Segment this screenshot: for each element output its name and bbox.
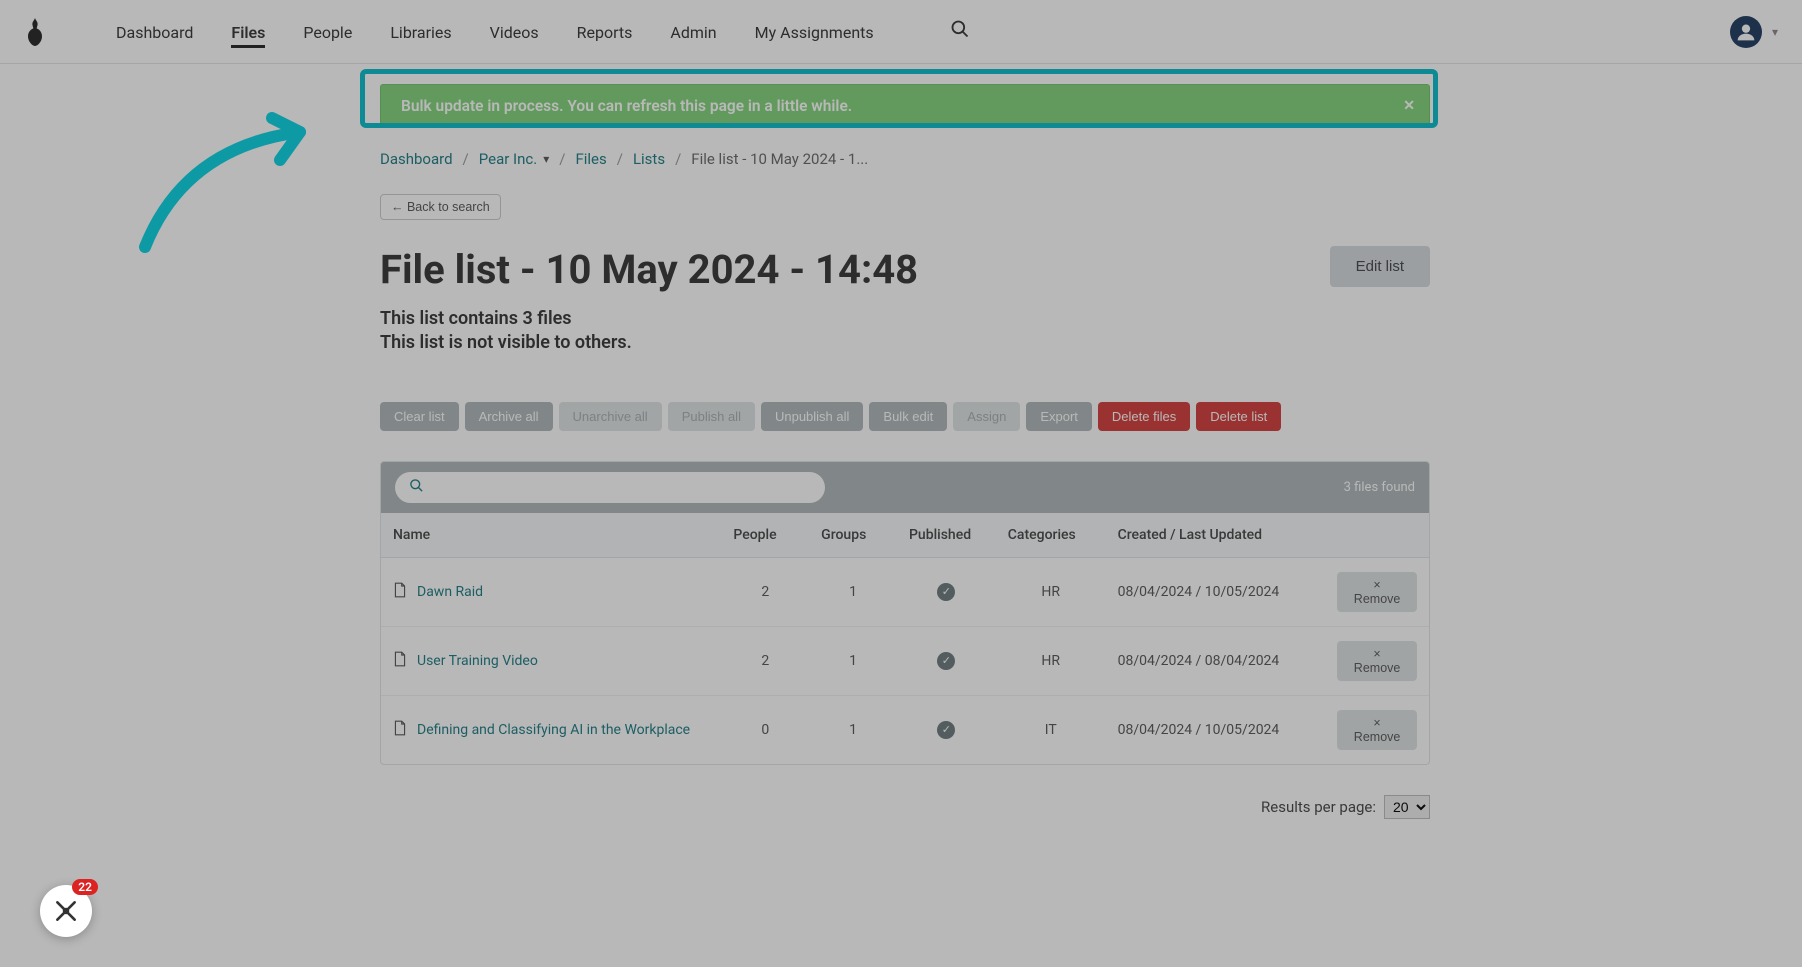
search-icon[interactable]	[950, 19, 970, 44]
cell-published: ✓	[897, 626, 996, 695]
top-nav: Dashboard Files People Libraries Videos …	[0, 0, 1802, 64]
remove-button[interactable]: × Remove	[1337, 710, 1417, 750]
check-icon: ✓	[937, 583, 955, 601]
chevron-down-icon[interactable]: ▾	[543, 152, 549, 166]
cell-category: IT	[996, 695, 1106, 764]
bulk-edit-button[interactable]: Bulk edit	[869, 402, 947, 431]
delete-files-button[interactable]: Delete files	[1098, 402, 1190, 431]
chat-badge: 22	[72, 879, 98, 895]
chevron-down-icon: ▾	[1772, 25, 1778, 39]
search-icon	[409, 478, 424, 497]
pagination: Results per page: 20	[380, 795, 1430, 819]
nav-files[interactable]: Files	[231, 5, 265, 58]
table-row: Dawn Raid 21 ✓ HR08/04/2024 / 10/05/2024 × R…	[381, 557, 1429, 626]
cell-dates: 08/04/2024 / 08/04/2024	[1106, 626, 1326, 695]
table-row: Defining and Classifying AI in the Workp…	[381, 695, 1429, 764]
nav-my-assignments[interactable]: My Assignments	[755, 5, 874, 58]
file-link[interactable]: Defining and Classifying AI in the Workp…	[417, 722, 690, 738]
nav-dashboard[interactable]: Dashboard	[116, 5, 193, 58]
file-link[interactable]: User Training Video	[417, 653, 538, 669]
remove-button[interactable]: × Remove	[1337, 572, 1417, 612]
breadcrumb-files[interactable]: Files	[575, 150, 606, 168]
col-name: Name	[381, 513, 721, 558]
col-dates: Created / Last Updated	[1106, 513, 1326, 558]
alert-text: Bulk update in process. You can refresh …	[401, 97, 852, 115]
success-alert: Bulk update in process. You can refresh …	[380, 84, 1430, 128]
table-searchbox[interactable]	[395, 472, 825, 503]
subtitle-line-2: This list is not visible to others.	[380, 331, 1430, 355]
export-button[interactable]: Export	[1026, 402, 1092, 431]
check-icon: ✓	[937, 652, 955, 670]
file-icon	[393, 651, 407, 671]
breadcrumb-sep: /	[617, 150, 623, 168]
breadcrumb-sep: /	[675, 150, 681, 168]
cell-people: 2	[721, 626, 809, 695]
files-found-label: 3 files found	[1344, 480, 1415, 495]
breadcrumb-lists[interactable]: Lists	[633, 150, 665, 168]
nav-people[interactable]: People	[303, 5, 352, 58]
nav-libraries[interactable]: Libraries	[390, 5, 451, 58]
unarchive-all-button: Unarchive all	[559, 402, 662, 431]
col-published: Published	[897, 513, 996, 558]
file-icon	[393, 582, 407, 602]
col-groups: Groups	[809, 513, 897, 558]
table-search-input[interactable]	[434, 479, 811, 495]
cell-dates: 08/04/2024 / 10/05/2024	[1106, 557, 1326, 626]
delete-list-button[interactable]: Delete list	[1196, 402, 1281, 431]
cell-dates: 08/04/2024 / 10/05/2024	[1106, 695, 1326, 764]
cell-groups: 1	[809, 695, 897, 764]
file-link[interactable]: Dawn Raid	[417, 584, 483, 600]
breadcrumb-dashboard[interactable]: Dashboard	[380, 150, 453, 168]
nav-reports[interactable]: Reports	[577, 5, 633, 58]
subtitle-line-1: This list contains 3 files	[380, 307, 1430, 331]
nav-videos[interactable]: Videos	[490, 5, 539, 58]
files-table: Name People Groups Published Categories …	[381, 513, 1429, 764]
unpublish-all-button[interactable]: Unpublish all	[761, 402, 863, 431]
cell-groups: 1	[809, 626, 897, 695]
alert-container: Bulk update in process. You can refresh …	[380, 84, 1430, 128]
user-menu[interactable]: ▾	[1730, 16, 1778, 48]
files-table-card: 3 files found Name People Groups Publish…	[380, 461, 1430, 765]
page-title: File list - 10 May 2024 - 14:48	[380, 246, 1330, 293]
nav-items: Dashboard Files People Libraries Videos …	[116, 5, 970, 58]
cell-published: ✓	[897, 557, 996, 626]
avatar-icon	[1730, 16, 1762, 48]
col-people: People	[721, 513, 809, 558]
results-per-page-label: Results per page:	[1261, 798, 1376, 816]
breadcrumb-sep: /	[559, 150, 565, 168]
table-searchbar: 3 files found	[381, 462, 1429, 513]
check-icon: ✓	[937, 721, 955, 739]
file-icon	[393, 720, 407, 740]
assign-button: Assign	[953, 402, 1020, 431]
breadcrumb: Dashboard / Pear Inc. ▾ / Files / Lists …	[380, 150, 1430, 168]
chat-widget[interactable]: 22	[40, 885, 92, 937]
cell-category: HR	[996, 626, 1106, 695]
back-to-search-button[interactable]: ← Back to search	[380, 194, 501, 220]
breadcrumb-sep: /	[463, 150, 469, 168]
edit-list-button[interactable]: Edit list	[1330, 246, 1430, 287]
close-icon[interactable]: ✕	[1403, 98, 1415, 114]
col-categories: Categories	[996, 513, 1106, 558]
cell-people: 2	[721, 557, 809, 626]
clear-list-button[interactable]: Clear list	[380, 402, 459, 431]
breadcrumb-org[interactable]: Pear Inc.	[479, 150, 537, 168]
cell-published: ✓	[897, 695, 996, 764]
logo-pear-icon	[24, 18, 46, 46]
remove-button[interactable]: × Remove	[1337, 641, 1417, 681]
publish-all-button: Publish all	[668, 402, 755, 431]
cell-people: 0	[721, 695, 809, 764]
cell-groups: 1	[809, 557, 897, 626]
breadcrumb-current: File list - 10 May 2024 - 1...	[691, 150, 868, 168]
cell-category: HR	[996, 557, 1106, 626]
page-subtitle: This list contains 3 files This list is …	[380, 307, 1430, 356]
archive-all-button[interactable]: Archive all	[465, 402, 553, 431]
bulk-actions: Clear list Archive all Unarchive all Pub…	[380, 402, 1430, 431]
results-per-page-select[interactable]: 20	[1384, 795, 1430, 819]
table-row: User Training Video 21 ✓ HR08/04/2024 / 08/…	[381, 626, 1429, 695]
nav-admin[interactable]: Admin	[670, 5, 716, 58]
